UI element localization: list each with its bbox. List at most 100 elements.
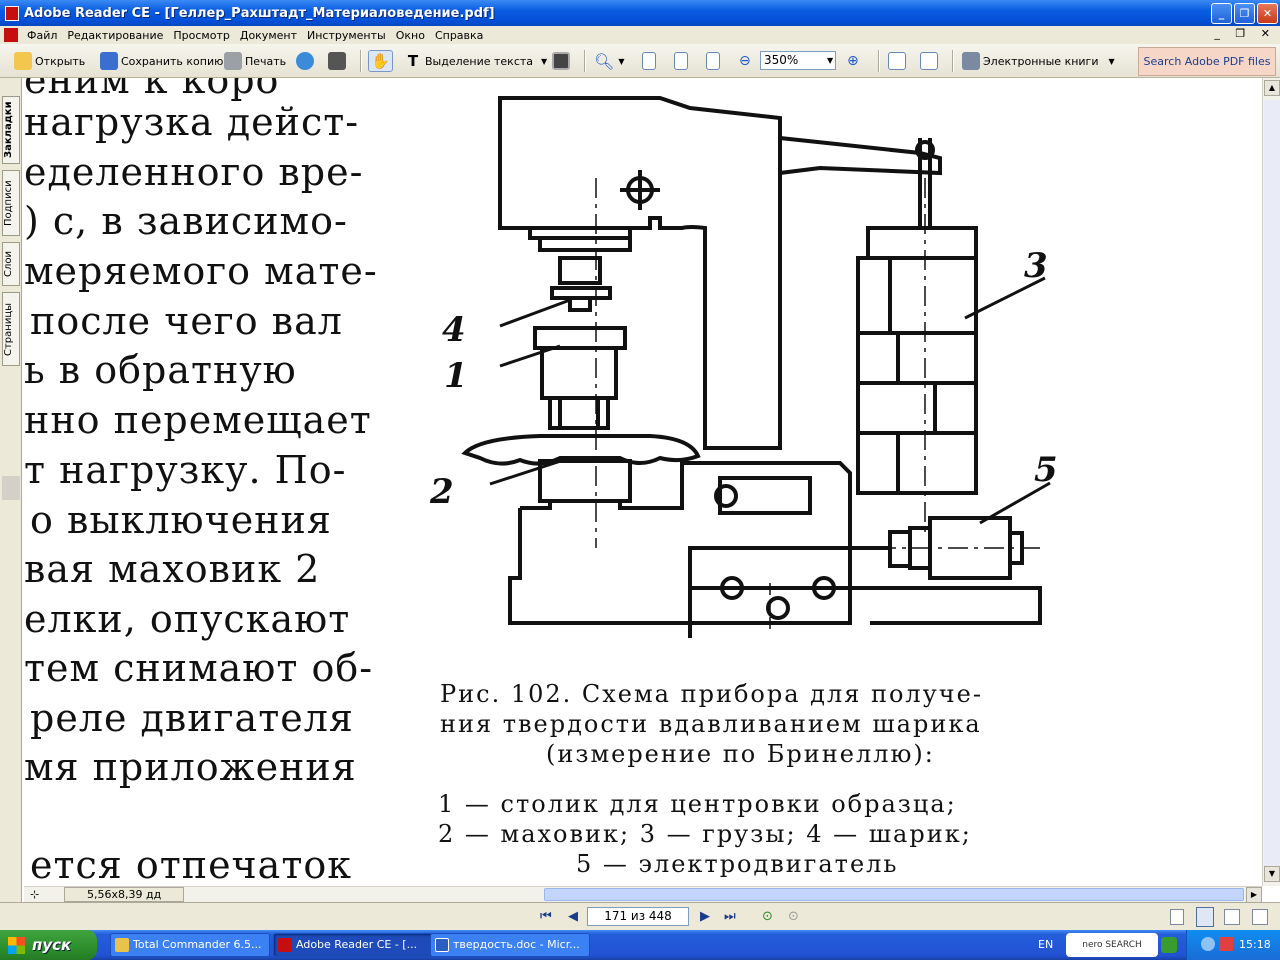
text-line: вая маховик 2 <box>24 547 321 591</box>
maximize-button[interactable]: ❐ <box>1234 3 1255 24</box>
go-arrow-icon[interactable] <box>1161 937 1177 953</box>
zoom-out-button[interactable]: ⊖ <box>739 51 751 71</box>
status-bar: ⏮ ◀ 171 из 448 ▶ ⏭ ⊙ ⊙ <box>0 902 1280 930</box>
menu-document[interactable]: Документ <box>235 29 302 42</box>
scroll-right-arrow[interactable]: ▶ <box>1246 887 1262 903</box>
system-tray: 15:18 <box>1186 930 1280 960</box>
hand-tool-button[interactable]: ✋ <box>368 50 393 72</box>
text-line: ется отпечаток <box>30 843 352 886</box>
facing-view-icon[interactable] <box>1224 909 1240 925</box>
rotate-left-icon <box>888 52 906 70</box>
nero-search-box[interactable]: nero SEARCH <box>1066 933 1158 957</box>
panel-splitter[interactable] <box>2 476 20 500</box>
toolbar-separator <box>584 50 586 72</box>
minus-circle-icon: ⊖ <box>739 53 751 69</box>
start-button[interactable]: пуск <box>0 930 97 960</box>
horizontal-scroll-thumb[interactable] <box>544 888 1244 901</box>
first-page-icon[interactable]: ⏮ <box>540 909 552 924</box>
network-icon[interactable] <box>1201 937 1215 951</box>
continuous-view-icon[interactable] <box>1196 907 1214 927</box>
chevron-down-icon[interactable]: ▼ <box>541 57 547 66</box>
text-line: тем снимают об- <box>24 646 374 690</box>
task-adobe-reader[interactable]: Adobe Reader CE - [... <box>273 933 433 957</box>
zoom-input[interactable]: 350% <box>760 51 836 70</box>
word-icon <box>435 938 449 952</box>
text-line: еним к коро <box>24 78 280 102</box>
save-copy-button[interactable]: Сохранить копию <box>100 51 223 71</box>
task-word-document[interactable]: твердость.doc - Micr... <box>430 933 590 957</box>
email-button[interactable] <box>296 51 317 71</box>
total-commander-icon <box>115 938 129 952</box>
binoculars-icon <box>328 52 346 70</box>
text-line: ь в обратную <box>24 348 297 392</box>
text-line: нагрузка дейст- <box>24 100 360 144</box>
windows-logo-icon <box>8 937 25 954</box>
actual-size-button[interactable] <box>642 51 659 71</box>
tab-bookmarks[interactable]: Закладки <box>2 96 20 164</box>
task-total-commander[interactable]: Total Commander 6.5... <box>110 933 270 957</box>
zoom-dropdown-icon[interactable]: ▼ <box>827 56 833 65</box>
toolbar-separator <box>878 50 880 72</box>
zoom-in-button[interactable]: ⊕ <box>847 51 859 71</box>
scroll-up-arrow[interactable]: ▲ <box>1264 80 1280 96</box>
rotate-right-icon <box>920 52 938 70</box>
figure-label-4: 4 <box>442 310 466 350</box>
document-view[interactable]: еним к коро нагрузка дейст- еделенного в… <box>24 78 1262 886</box>
open-button[interactable]: Открыть <box>14 51 85 71</box>
rotate-right-button[interactable] <box>920 51 941 71</box>
zoom-in-tool-button[interactable]: 🔍︎ ▼ <box>594 51 624 71</box>
page-size-indicator: 5,56x8,39 дд <box>64 887 184 902</box>
menu-view[interactable]: Просмотр <box>168 29 234 42</box>
go-back-icon[interactable]: ⊙ <box>762 909 773 924</box>
tab-signatures[interactable]: Подписи <box>2 170 20 236</box>
clock: 15:18 <box>1239 938 1271 951</box>
continuous-facing-view-icon[interactable] <box>1252 909 1268 925</box>
figure-legend-line: 1 — столик для центровки образца; <box>438 790 957 818</box>
vertical-scrollbar[interactable]: ▲ ▼ <box>1262 78 1280 886</box>
camera-icon <box>552 52 570 70</box>
adobe-reader-icon <box>5 5 19 21</box>
fit-page-icon <box>674 52 688 70</box>
scroll-down-arrow[interactable]: ▼ <box>1264 866 1280 882</box>
fit-page-button[interactable] <box>674 51 691 71</box>
tab-layers[interactable]: Слои <box>2 242 20 286</box>
close-button[interactable]: ✕ <box>1257 3 1278 24</box>
chevron-down-icon[interactable]: ▼ <box>1109 57 1115 66</box>
search-adobe-pdf-button[interactable]: Search Adobe PDF files <box>1138 47 1276 76</box>
single-page-view-icon[interactable] <box>1170 909 1184 925</box>
snapshot-button[interactable] <box>552 51 573 71</box>
ebooks-button[interactable]: Электронные книги ▼ <box>962 51 1115 71</box>
page-number-field[interactable]: 171 из 448 <box>587 907 689 926</box>
previous-page-icon[interactable]: ◀ <box>568 909 578 924</box>
search-binoculars-button[interactable] <box>328 51 349 71</box>
language-indicator[interactable]: EN <box>1038 938 1053 951</box>
horizontal-scrollbar[interactable]: ⊹ 5,56x8,39 дд ▶ <box>24 886 1262 903</box>
scroll-track[interactable] <box>1264 100 1280 880</box>
menu-file[interactable]: Файл <box>22 29 62 42</box>
fit-width-button[interactable] <box>706 51 723 71</box>
text-line: нно перемещает <box>24 398 372 442</box>
taskbar: пуск Total Commander 6.5... Adobe Reader… <box>0 930 1280 960</box>
menu-edit[interactable]: Редактирование <box>62 29 168 42</box>
window-title: Adobe Reader CE - [Геллер_Рахштадт_Матер… <box>24 5 495 21</box>
print-button[interactable]: Печать <box>224 51 286 71</box>
go-forward-icon[interactable]: ⊙ <box>788 909 799 924</box>
tab-pages[interactable]: Страницы <box>2 292 20 366</box>
select-text-button[interactable]: T Выделение текста ▼ <box>404 51 547 71</box>
plus-circle-icon: ⊕ <box>847 53 859 69</box>
chevron-down-icon[interactable]: ▼ <box>618 57 624 66</box>
minimize-button[interactable]: _ <box>1211 3 1232 24</box>
rotate-left-button[interactable] <box>888 51 909 71</box>
next-page-icon[interactable]: ▶ <box>700 909 710 924</box>
last-page-icon[interactable]: ⏭ <box>724 909 736 924</box>
menu-help[interactable]: Справка <box>430 29 488 42</box>
menu-window[interactable]: Окно <box>391 29 430 42</box>
document-window-controls[interactable]: _ ❐ ✕ <box>1214 27 1276 40</box>
menu-tools[interactable]: Инструменты <box>302 29 391 42</box>
figure-caption-line: ния твердости вдавливанием шарика <box>440 710 982 738</box>
fit-width-icon <box>706 52 720 70</box>
text-cursor-icon: T <box>407 52 419 70</box>
antivirus-icon[interactable] <box>1219 937 1233 951</box>
ebook-icon <box>962 52 980 70</box>
printer-icon <box>224 52 242 70</box>
